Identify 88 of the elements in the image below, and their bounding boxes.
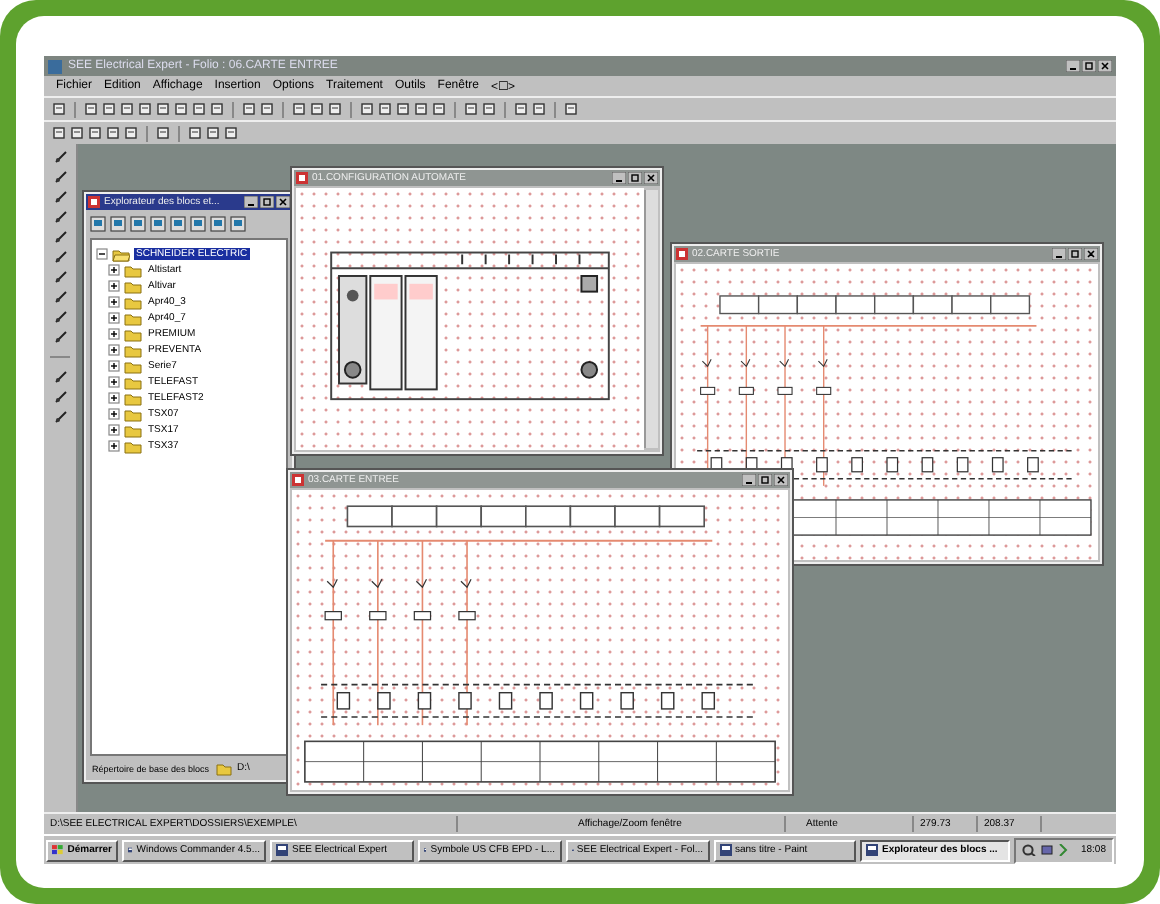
toolbar-icon[interactable] xyxy=(188,126,202,140)
toolbar-icon[interactable] xyxy=(156,126,170,140)
app-icon xyxy=(866,844,878,856)
maximize-icon[interactable] xyxy=(628,172,642,184)
toolbar-icon[interactable] xyxy=(292,102,306,116)
maximize-icon[interactable] xyxy=(758,474,772,486)
toolbar-icon[interactable] xyxy=(328,102,342,116)
minimize-icon[interactable] xyxy=(742,474,756,486)
toolbar-icon[interactable] xyxy=(482,102,496,116)
folder-icon xyxy=(215,761,232,775)
expand-icon[interactable] xyxy=(108,424,120,436)
expand-icon[interactable] xyxy=(108,360,120,372)
toolbar-icon[interactable] xyxy=(464,102,478,116)
expand-icon[interactable] xyxy=(108,264,120,276)
toolbar-icon[interactable] xyxy=(52,126,66,140)
app-icon xyxy=(719,844,731,856)
expand-icon[interactable] xyxy=(108,280,120,292)
tool-icon[interactable] xyxy=(53,150,67,164)
close-icon[interactable] xyxy=(1084,248,1098,260)
tool-icon[interactable] xyxy=(53,390,67,404)
tool-icon[interactable] xyxy=(53,310,67,324)
toolbar-icon[interactable] xyxy=(360,102,374,116)
toolbar-icon[interactable] xyxy=(532,102,546,116)
toolbar-icon[interactable] xyxy=(260,102,274,116)
toolbar-icon[interactable] xyxy=(124,126,138,140)
toolbar-icon[interactable] xyxy=(378,102,392,116)
expand-icon[interactable] xyxy=(108,376,120,388)
toolbar-icon[interactable] xyxy=(432,102,446,116)
toolbar-icon[interactable] xyxy=(106,126,120,140)
document-icon xyxy=(296,172,308,184)
expand-icon[interactable] xyxy=(108,408,120,420)
expand-icon[interactable] xyxy=(108,392,120,404)
toolbar-icon[interactable] xyxy=(156,102,170,116)
document-icon xyxy=(292,474,304,486)
toolbar-icon[interactable] xyxy=(52,102,66,116)
toolbar-icon[interactable] xyxy=(174,102,188,116)
toolbar-icon[interactable] xyxy=(310,102,324,116)
document-icon xyxy=(88,196,100,208)
minimize-icon[interactable] xyxy=(1066,60,1080,72)
toolbar-icon[interactable] xyxy=(192,102,206,116)
scrollbar[interactable] xyxy=(644,190,658,448)
tool-icon[interactable] xyxy=(53,190,67,204)
monitor-icon[interactable] xyxy=(1040,844,1055,856)
maximize-icon[interactable] xyxy=(1082,60,1096,72)
toolbar-icon[interactable] xyxy=(564,102,578,116)
app-icon xyxy=(276,844,288,856)
toolbar-icon[interactable] xyxy=(210,102,224,116)
tool-icon[interactable] xyxy=(53,210,67,224)
tool-icon[interactable] xyxy=(53,230,67,244)
tool-icon[interactable] xyxy=(53,370,67,384)
tool-icon[interactable] xyxy=(53,270,67,284)
toolbar-icon[interactable] xyxy=(242,102,256,116)
tool-icon[interactable] xyxy=(53,410,67,424)
tool-icon[interactable] xyxy=(53,330,67,344)
toolbar-icon[interactable] xyxy=(414,102,428,116)
toolbar-icon[interactable] xyxy=(88,126,102,140)
close-icon[interactable] xyxy=(644,172,658,184)
magnifier-icon[interactable] xyxy=(1022,844,1037,856)
toolbar-icon[interactable] xyxy=(102,102,116,116)
toolbar-icon[interactable] xyxy=(70,126,84,140)
close-icon[interactable] xyxy=(276,196,290,208)
toolbar-icon[interactable] xyxy=(206,126,220,140)
document-icon xyxy=(676,248,688,260)
close-icon[interactable] xyxy=(774,474,788,486)
maximize-icon[interactable] xyxy=(1068,248,1082,260)
tool-icon[interactable] xyxy=(53,290,67,304)
toolbar-icon[interactable] xyxy=(120,102,134,116)
expand-icon[interactable] xyxy=(108,296,120,308)
close-icon[interactable] xyxy=(1098,60,1112,72)
expand-icon[interactable] xyxy=(108,312,120,324)
app-icon xyxy=(48,59,62,73)
toolbar-icon[interactable] xyxy=(224,126,238,140)
windows-logo-icon xyxy=(52,844,64,856)
toolbar-icon[interactable] xyxy=(138,102,152,116)
tool-icon[interactable] xyxy=(53,250,67,264)
toolbar-icon[interactable] xyxy=(514,102,528,116)
toolbar-icon[interactable] xyxy=(84,102,98,116)
expand-icon[interactable] xyxy=(108,328,120,340)
minimize-icon[interactable] xyxy=(244,196,258,208)
minimize-icon[interactable] xyxy=(1052,248,1066,260)
minimize-icon[interactable] xyxy=(612,172,626,184)
expand-icon[interactable] xyxy=(108,440,120,452)
app-icon xyxy=(128,844,133,856)
toolbar-icon[interactable] xyxy=(396,102,410,116)
maximize-icon[interactable] xyxy=(260,196,274,208)
expand-icon[interactable] xyxy=(108,344,120,356)
collapse-icon[interactable] xyxy=(96,248,108,260)
tool-icon[interactable] xyxy=(53,170,67,184)
